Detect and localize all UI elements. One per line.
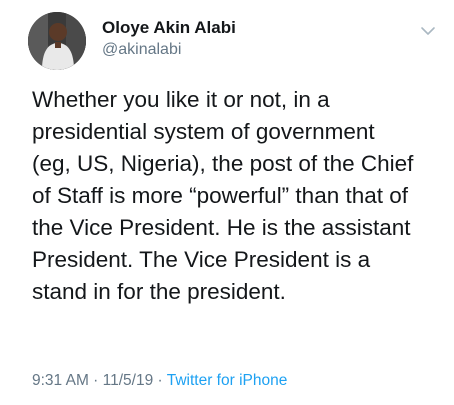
author-display-name[interactable]: Oloye Akin Alabi bbox=[102, 18, 236, 38]
tweet-card: Oloye Akin Alabi @akinalabi Whether you … bbox=[0, 0, 454, 405]
tweet-time[interactable]: 9:31 AM bbox=[32, 372, 89, 389]
avatar-photo-icon bbox=[28, 12, 86, 70]
tweet-text-line: the Vice President. He is the assistant bbox=[32, 215, 411, 240]
meta-separator: · bbox=[153, 372, 167, 389]
tweet-text-line: stand in for the president. bbox=[32, 279, 286, 304]
tweet-date[interactable]: 11/5/19 bbox=[103, 372, 154, 389]
meta-separator: · bbox=[88, 372, 103, 389]
tweet-text-line: Whether you like it or not, in a bbox=[32, 87, 330, 112]
chevron-down-icon[interactable] bbox=[419, 22, 437, 40]
tweet-text-line: President. The Vice President is a bbox=[32, 247, 371, 272]
tweet-text-line: of Staff is more “powerful” than that of bbox=[32, 183, 409, 208]
tweet-text: Whether you like it or not, in a preside… bbox=[32, 84, 442, 308]
tweet-source-link[interactable]: Twitter for iPhone bbox=[167, 372, 288, 389]
tweet-meta: 9:31 AM · 11/5/19 · Twitter for iPhone bbox=[32, 371, 287, 391]
tweet-header: Oloye Akin Alabi @akinalabi bbox=[28, 12, 438, 72]
tweet-text-line: presidential system of government bbox=[32, 119, 375, 144]
tweet-text-line: (eg, US, Nigeria), the post of the Chief bbox=[32, 151, 414, 176]
author-names: Oloye Akin Alabi @akinalabi bbox=[102, 18, 236, 61]
author-handle[interactable]: @akinalabi bbox=[102, 39, 236, 61]
avatar[interactable] bbox=[28, 12, 86, 70]
